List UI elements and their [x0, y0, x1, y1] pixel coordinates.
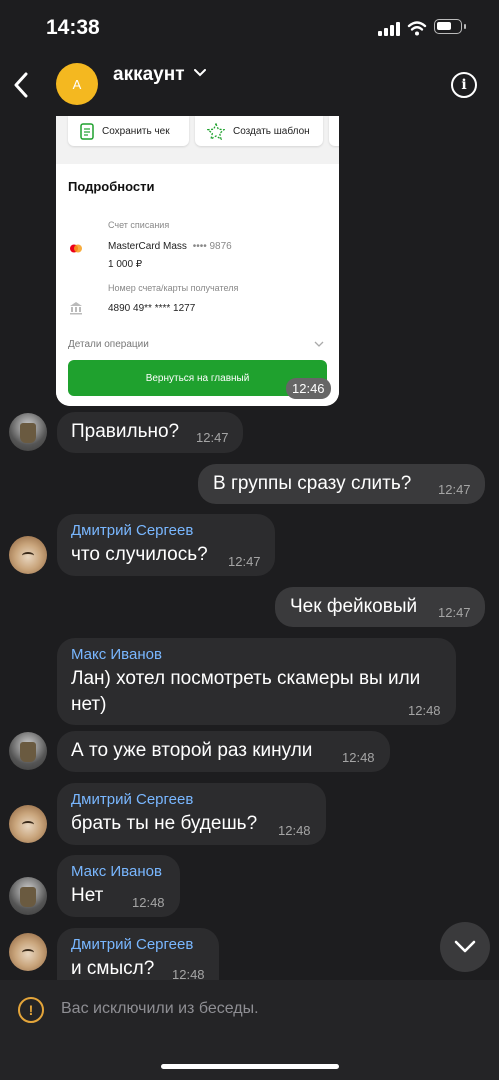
create-template-button: Создать шаблон	[195, 116, 323, 146]
avatar-cat[interactable]	[9, 536, 47, 574]
message-time: 12:48	[342, 750, 375, 765]
card-name: MasterCard Mass •••• 9876	[108, 241, 232, 252]
warning-icon: !	[18, 997, 44, 1023]
message-text: брать ты не будешь?	[71, 813, 258, 834]
message-text: А то уже второй раз кинули	[71, 740, 313, 761]
recipient-label: Номер счета/карты получателя	[108, 283, 239, 293]
message-time: 12:47	[228, 554, 261, 569]
message-time: 12:47	[196, 430, 229, 445]
receipt-tab-edge	[329, 116, 339, 146]
save-receipt-label: Сохранить чек	[102, 125, 170, 137]
save-receipt-button: Сохранить чек	[68, 116, 189, 146]
scroll-to-bottom-button[interactable]	[440, 922, 490, 972]
message-time: 12:47	[438, 482, 471, 497]
message-text: Правильно?	[71, 421, 180, 442]
chat-title-text: аккаунт	[113, 64, 185, 85]
sender-name[interactable]: Макс Иванов	[71, 863, 162, 880]
avatar-knight[interactable]	[9, 413, 47, 451]
chat-avatar-letter: А	[72, 76, 82, 92]
battery-icon	[434, 19, 466, 34]
back-arrow-icon[interactable]	[12, 72, 30, 98]
status-time: 14:38	[46, 16, 100, 39]
message-time: 12:48	[132, 895, 165, 910]
avatar-knight[interactable]	[9, 732, 47, 770]
chevron-down-icon	[193, 69, 206, 77]
chevron-down-icon	[314, 341, 324, 347]
sender-name[interactable]: Дмитрий Сергеев	[71, 791, 193, 808]
avatar-cat[interactable]	[9, 805, 47, 843]
avatar-cat[interactable]	[9, 933, 47, 971]
message-text-line-2: нет)	[71, 694, 107, 715]
receipt-image[interactable]: Сохранить чек Создать шаблон Подробности…	[56, 116, 339, 406]
create-template-label: Создать шаблон	[233, 125, 310, 137]
sender-name[interactable]: Макс Иванов	[71, 646, 162, 663]
operation-details-label: Детали операции	[68, 339, 149, 350]
wifi-icon	[407, 21, 427, 36]
avatar-knight[interactable]	[9, 877, 47, 915]
sender-name[interactable]: Дмитрий Сергеев	[71, 522, 193, 539]
card-name-text: MasterCard Mass	[108, 241, 187, 252]
message-time: 12:47	[438, 605, 471, 620]
message-text: Нет	[71, 885, 104, 906]
info-icon[interactable]: i	[451, 72, 477, 98]
bank-icon	[70, 302, 82, 315]
card-mask: •••• 9876	[192, 241, 232, 252]
message-time: 12:48	[278, 823, 311, 838]
chat-title[interactable]: аккаунт	[113, 64, 206, 86]
home-indicator[interactable]	[161, 1064, 339, 1069]
message-time: 12:48	[408, 703, 441, 718]
excluded-notice: Вас исключили из беседы.	[61, 1000, 259, 1017]
message-text: Чек фейковый	[290, 596, 418, 617]
recipient-number: 4890 49** **** 1277	[108, 303, 196, 314]
star-icon	[207, 122, 225, 140]
message-text-line-1: Лан) хотел посмотреть скамеры вы или	[71, 668, 421, 689]
sender-name[interactable]: Дмитрий Сергеев	[71, 936, 193, 953]
receipt-timestamp: 12:46	[286, 378, 331, 399]
message-text: В группы сразу слить?	[213, 473, 412, 494]
chevron-down-icon	[454, 940, 476, 953]
receipt-details-title: Подробности	[68, 179, 155, 194]
mastercard-icon	[70, 244, 82, 253]
message-text: что случилось?	[71, 544, 208, 565]
cellular-signal-icon	[378, 22, 400, 36]
chat-avatar[interactable]: А	[56, 63, 98, 105]
document-icon	[80, 122, 94, 140]
return-home-label: Вернуться на главный	[145, 372, 250, 384]
debit-account-label: Счет списания	[108, 220, 170, 230]
debit-amount: 1 000 ₽	[108, 259, 143, 270]
message-text: и смысл?	[71, 958, 155, 979]
